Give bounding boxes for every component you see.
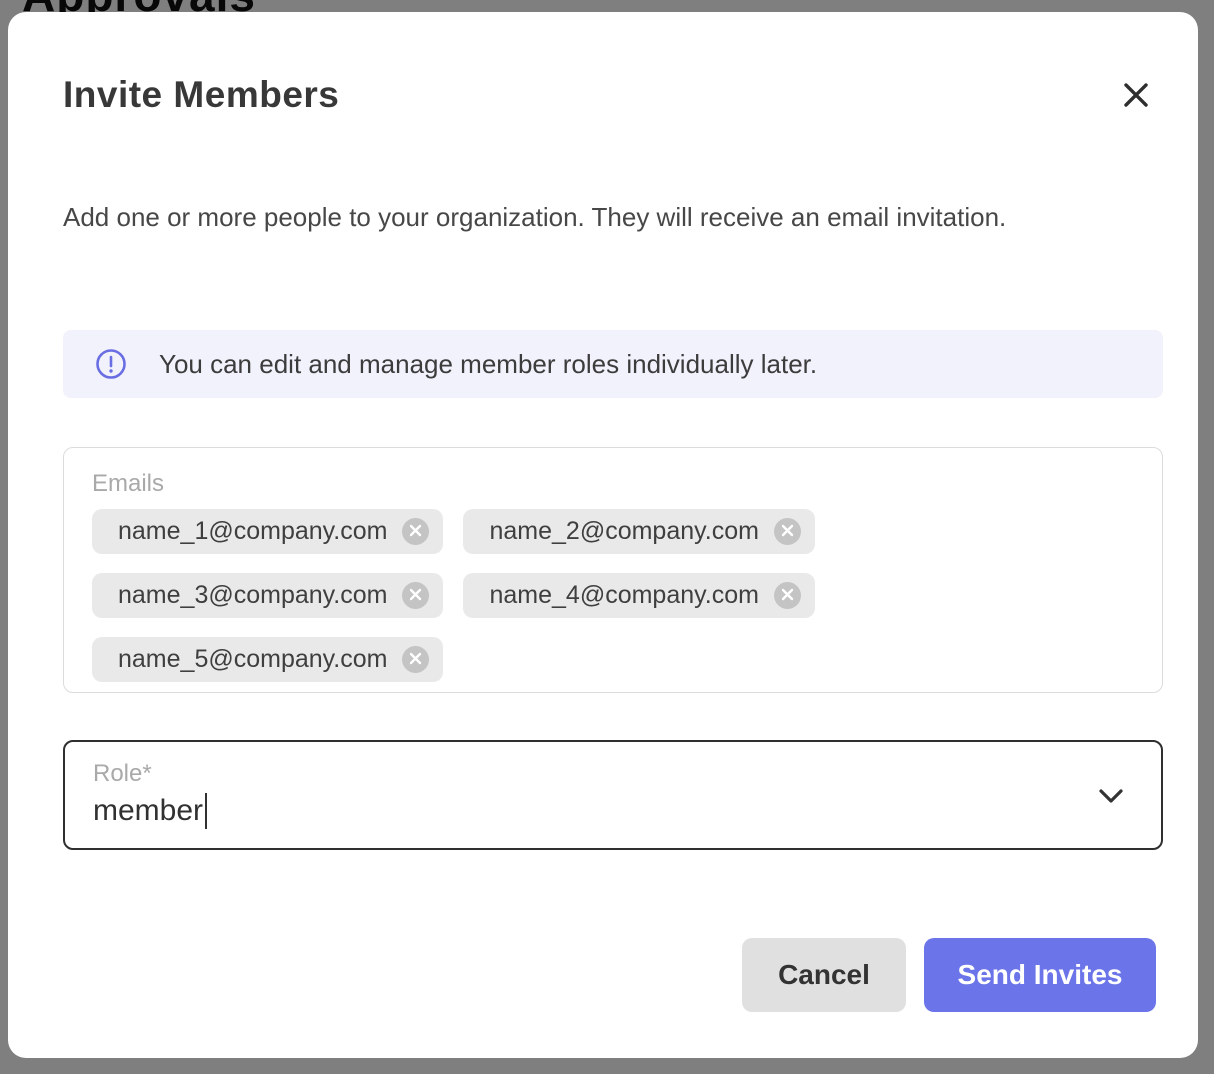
remove-email-button[interactable] (774, 582, 801, 609)
dialog-title: Invite Members (63, 74, 339, 116)
info-banner-text: You can edit and manage member roles ind… (159, 349, 817, 380)
info-circle-icon (95, 348, 127, 380)
remove-icon (781, 588, 794, 604)
role-label: Role* (93, 760, 1133, 788)
text-cursor (205, 793, 207, 829)
send-invites-button[interactable]: Send Invites (924, 938, 1156, 1012)
remove-icon (409, 524, 422, 540)
role-dropdown-toggle[interactable] (1095, 786, 1127, 809)
invite-members-dialog: Invite Members Add one or more people to… (8, 12, 1198, 1058)
email-chip-text: name_3@company.com (118, 581, 387, 610)
close-icon (1121, 80, 1151, 113)
emails-label: Emails (92, 470, 1134, 498)
email-chip-list: name_1@company.com name_2@company.com na… (92, 509, 992, 682)
close-button[interactable] (1114, 74, 1158, 118)
remove-email-button[interactable] (774, 518, 801, 545)
role-value: member (93, 794, 203, 828)
info-banner: You can edit and manage member roles ind… (63, 330, 1163, 398)
dialog-description: Add one or more people to your organizat… (63, 196, 1093, 239)
dialog-footer: Cancel Send Invites (742, 938, 1156, 1012)
emails-input[interactable]: Emails name_1@company.com name_2@company… (63, 447, 1163, 693)
email-chip: name_1@company.com (92, 509, 443, 554)
remove-email-button[interactable] (402, 582, 429, 609)
email-chip-text: name_4@company.com (489, 581, 758, 610)
remove-icon (781, 524, 794, 540)
remove-email-button[interactable] (402, 518, 429, 545)
email-chip: name_2@company.com (463, 509, 814, 554)
remove-icon (409, 588, 422, 604)
remove-icon (409, 652, 422, 668)
remove-email-button[interactable] (402, 646, 429, 673)
email-chip-text: name_5@company.com (118, 645, 387, 674)
email-chip: name_4@company.com (463, 573, 814, 618)
email-chip-text: name_2@company.com (489, 517, 758, 546)
chevron-down-icon (1095, 786, 1127, 809)
role-combobox[interactable]: Role* member (63, 740, 1163, 850)
email-chip: name_5@company.com (92, 637, 443, 682)
email-chip-text: name_1@company.com (118, 517, 387, 546)
email-chip: name_3@company.com (92, 573, 443, 618)
cancel-button[interactable]: Cancel (742, 938, 906, 1012)
